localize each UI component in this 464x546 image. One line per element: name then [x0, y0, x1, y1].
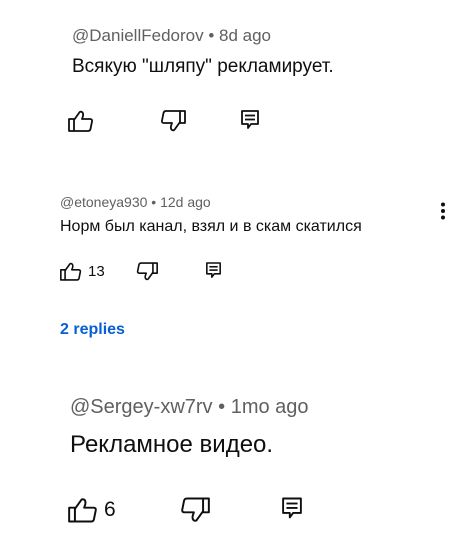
- comment-text: Всякую "шляпу" рекламирует.: [72, 56, 334, 77]
- comment-meta: @etoneya930 • 12d ago: [60, 194, 362, 210]
- like-count: 13: [88, 263, 105, 280]
- comment-time: 12d ago: [160, 194, 211, 210]
- meta-separator: •: [218, 396, 226, 418]
- reply-button[interactable]: [241, 110, 259, 130]
- more-options-button[interactable]: [440, 202, 446, 225]
- comment-author[interactable]: @DaniellFedorov: [72, 26, 204, 45]
- like-button[interactable]: 6: [68, 497, 116, 523]
- more-vertical-icon: [441, 202, 445, 220]
- thumb-up-icon: [68, 110, 93, 132]
- reply-icon: [282, 497, 302, 519]
- comment-time: 1mo ago: [230, 396, 309, 418]
- thumb-down-icon: [181, 497, 210, 522]
- comment: @Sergey-xw7rv • 1mo ago Рекламное видео.: [70, 396, 309, 459]
- comment-time: 8d ago: [219, 26, 272, 45]
- meta-separator: •: [208, 26, 215, 45]
- dislike-button[interactable]: [136, 262, 158, 281]
- comment: @DaniellFedorov • 8d ago Всякую "шляпу" …: [72, 26, 334, 78]
- thumb-up-icon: [60, 262, 82, 281]
- comment-meta: @DaniellFedorov • 8d ago: [72, 26, 334, 46]
- reply-button[interactable]: [206, 262, 221, 279]
- reply-button[interactable]: [282, 497, 302, 520]
- thumb-down-icon: [136, 262, 158, 281]
- comment-author[interactable]: @Sergey-xw7rv: [70, 396, 213, 418]
- thumb-up-icon: [68, 498, 97, 523]
- comment-text: Норм был канал, взял и в скам скатился: [60, 218, 362, 235]
- comment-text: Рекламное видео.: [70, 431, 274, 458]
- view-replies-link[interactable]: 2 replies: [60, 321, 125, 339]
- comment: @etoneya930 • 12d ago Норм был канал, вз…: [60, 194, 362, 236]
- like-button[interactable]: [68, 110, 94, 132]
- reply-icon: [241, 110, 259, 129]
- thumb-down-icon: [161, 110, 186, 132]
- dislike-button[interactable]: [180, 497, 210, 523]
- comment-author[interactable]: @etoneya930: [60, 194, 147, 210]
- like-button[interactable]: 13: [60, 262, 105, 281]
- comment-meta: @Sergey-xw7rv • 1mo ago: [70, 396, 309, 419]
- like-count: 6: [104, 498, 116, 521]
- meta-separator: •: [151, 194, 157, 210]
- dislike-button[interactable]: [160, 110, 186, 132]
- reply-icon: [206, 262, 221, 278]
